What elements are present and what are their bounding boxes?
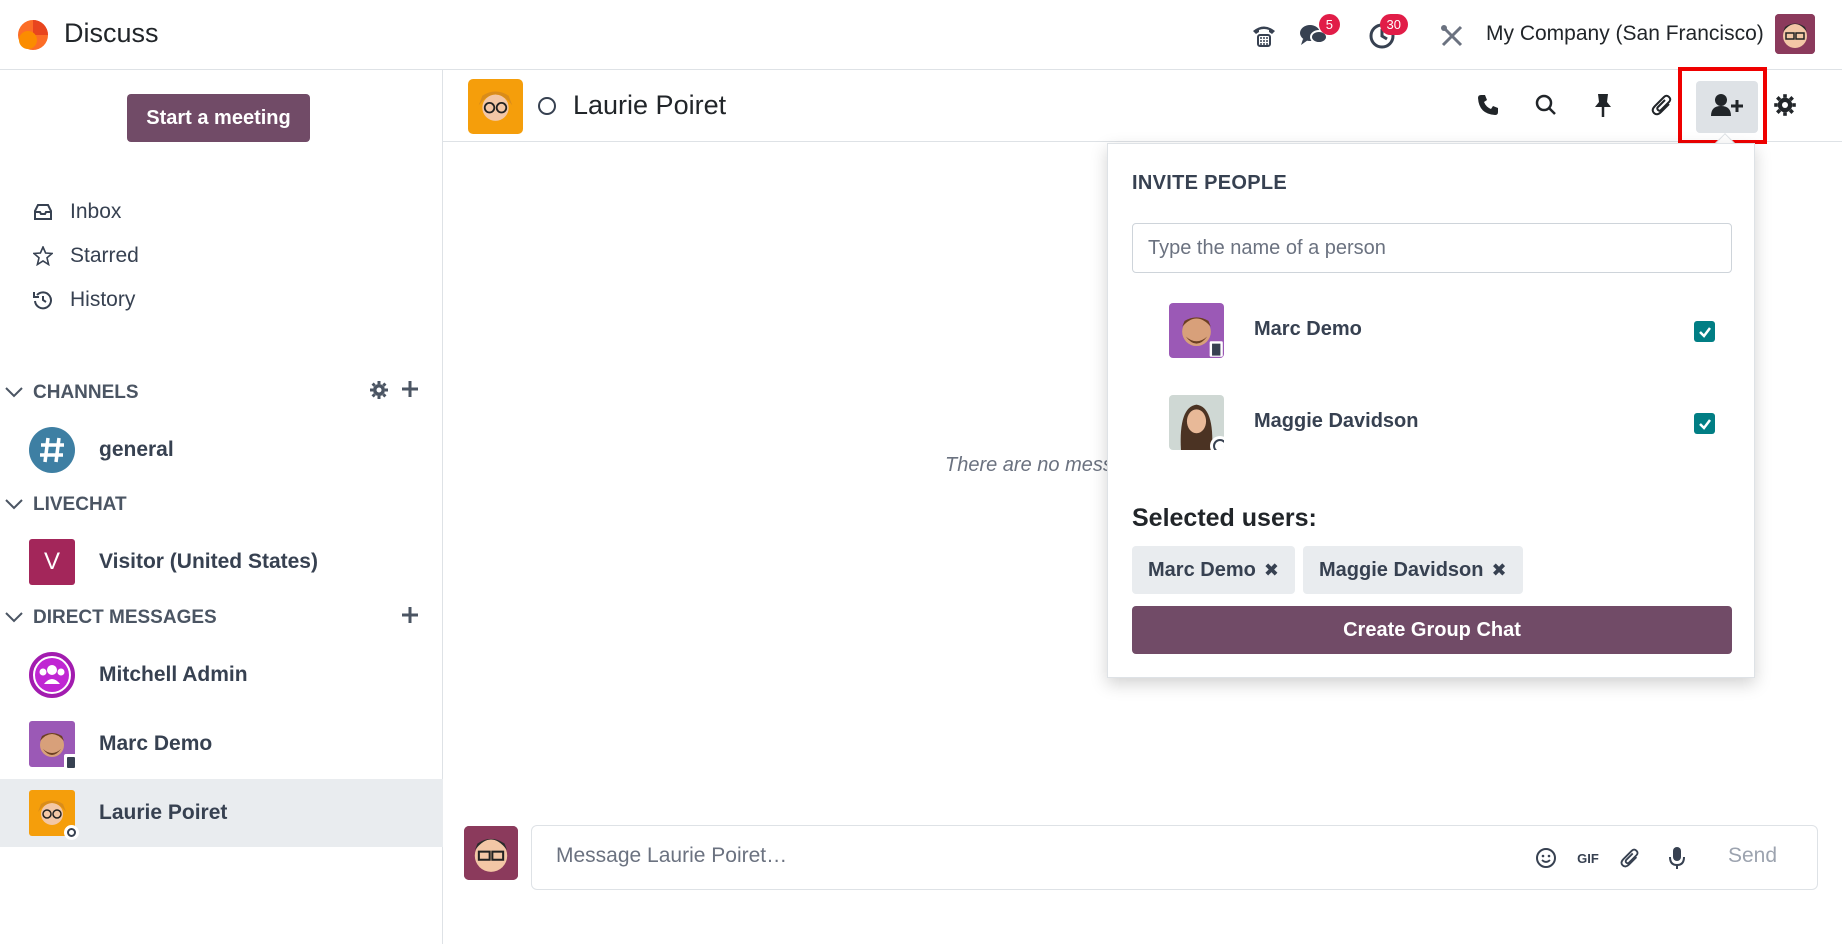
dm-name: Mitchell Admin <box>99 663 248 686</box>
remove-chip-icon[interactable]: ✖ <box>1491 560 1506 581</box>
discuss-sidebar: Start a meeting Inbox Starred History CH… <box>0 70 443 944</box>
direct-messages-section-header[interactable]: DIRECT MESSAGES <box>0 601 443 635</box>
activities-systray-icon[interactable]: 30 <box>1364 14 1408 54</box>
phone-icon <box>1476 93 1500 122</box>
add-chat-icon[interactable] <box>401 606 419 630</box>
thread-avatar <box>468 79 523 134</box>
dm-item-marc-demo[interactable]: Marc Demo <box>0 710 443 778</box>
section-title: DIRECT MESSAGES <box>33 607 217 628</box>
message-composer: GIF Send <box>531 825 1818 890</box>
pin-icon <box>1592 92 1614 123</box>
marc-demo-avatar <box>1169 303 1224 358</box>
channel-settings-icon[interactable] <box>369 380 389 406</box>
top-navbar: Discuss 5 30 My Company (San Francisco) <box>0 0 1842 70</box>
star-icon <box>32 246 54 266</box>
chevron-down-icon <box>4 494 28 516</box>
offline-status-icon <box>1210 436 1224 450</box>
dm-item-mitchell-admin[interactable]: Mitchell Admin <box>0 641 443 709</box>
messages-systray-icon[interactable]: 5 <box>1296 14 1340 54</box>
checkmark-icon <box>1698 326 1711 338</box>
invite-user-checkbox[interactable] <box>1694 413 1715 434</box>
thread-settings-button[interactable] <box>1762 84 1808 130</box>
invite-user-name: Marc Demo <box>1254 318 1362 340</box>
gif-button[interactable]: GIF <box>1572 846 1604 870</box>
selected-users-label: Selected users: <box>1132 504 1317 532</box>
search-messages-button[interactable] <box>1523 84 1569 130</box>
create-group-chat-button[interactable]: Create Group Chat <box>1132 606 1732 654</box>
invite-user-checkbox[interactable] <box>1694 321 1715 342</box>
debug-tools-icon[interactable] <box>1434 18 1470 54</box>
gear-icon <box>1773 93 1797 122</box>
sidebar-item-label: History <box>70 288 136 311</box>
thread-title[interactable]: Laurie Poiret <box>573 90 726 121</box>
invite-user-name: Maggie Davidson <box>1254 410 1419 432</box>
section-title: CHANNELS <box>33 382 139 403</box>
call-button[interactable] <box>1465 84 1511 130</box>
microphone-icon[interactable] <box>1665 846 1689 870</box>
app-title[interactable]: Discuss <box>64 18 159 49</box>
section-title: LIVECHAT <box>33 494 127 515</box>
popover-title: INVITE PEOPLE <box>1132 172 1288 194</box>
thread-header: Laurie Poiret <box>443 70 1842 142</box>
laurie-poiret-avatar <box>29 790 79 840</box>
channel-item-general[interactable]: general <box>0 416 443 484</box>
company-switcher[interactable]: My Company (San Francisco) <box>1486 22 1764 46</box>
pinned-messages-button[interactable] <box>1580 84 1626 130</box>
sidebar-item-label: Inbox <box>70 200 122 223</box>
messages-badge: 5 <box>1318 14 1340 35</box>
phone-systray-icon[interactable] <box>1246 18 1282 54</box>
add-channel-icon[interactable] <box>401 380 419 406</box>
maggie-davidson-avatar <box>1169 395 1224 450</box>
livechat-section-header[interactable]: LIVECHAT <box>0 488 443 522</box>
selected-user-chip: Marc Demo ✖ <box>1132 546 1295 594</box>
offline-status-icon <box>538 97 556 115</box>
inbox-icon <box>32 203 54 221</box>
dm-item-laurie-poiret[interactable]: Laurie Poiret <box>0 779 443 847</box>
marc-demo-avatar <box>29 721 78 770</box>
chip-label: Marc Demo <box>1148 558 1256 581</box>
invite-search-input[interactable] <box>1132 223 1732 273</box>
channel-name: general <box>99 438 174 461</box>
dm-name: Marc Demo <box>99 732 213 755</box>
highlight-box <box>1678 67 1767 144</box>
invite-people-popover: INVITE PEOPLE Marc Demo Maggie Davidson … <box>1107 143 1755 678</box>
checkmark-icon <box>1698 418 1711 430</box>
visitor-avatar: V <box>29 539 75 585</box>
sidebar-item-history[interactable]: History <box>32 283 135 317</box>
search-icon <box>1535 94 1557 121</box>
visitor-initial: V <box>43 548 60 575</box>
channels-section-header[interactable]: CHANNELS <box>0 376 443 410</box>
start-meeting-button[interactable]: Start a meeting <box>127 94 310 142</box>
sidebar-item-starred[interactable]: Starred <box>32 239 139 273</box>
emoji-icon[interactable] <box>1534 846 1558 870</box>
chevron-down-icon <box>4 607 28 629</box>
device-icon <box>64 754 78 770</box>
activities-badge: 30 <box>1379 14 1408 35</box>
group-avatar <box>29 652 75 698</box>
invite-user-marc-demo[interactable]: Marc Demo <box>1132 303 1732 363</box>
dm-name: Laurie Poiret <box>99 801 228 824</box>
remove-chip-icon[interactable]: ✖ <box>1264 560 1279 581</box>
current-user-avatar <box>464 826 518 880</box>
offline-status-icon <box>64 825 79 840</box>
message-input[interactable] <box>556 844 1456 868</box>
sidebar-item-inbox[interactable]: Inbox <box>32 195 121 229</box>
livechat-name: Visitor (United States) <box>99 550 318 573</box>
selected-user-chip: Maggie Davidson ✖ <box>1303 546 1523 594</box>
paperclip-icon <box>1650 93 1674 122</box>
user-avatar[interactable] <box>1775 14 1815 54</box>
hash-icon <box>29 427 75 473</box>
send-button[interactable]: Send <box>1728 844 1777 868</box>
chip-label: Maggie Davidson <box>1319 558 1484 581</box>
history-icon <box>32 290 54 310</box>
chevron-down-icon <box>4 382 28 404</box>
livechat-item-visitor[interactable]: V Visitor (United States) <box>0 528 443 596</box>
odoo-logo-icon[interactable] <box>16 18 50 52</box>
paperclip-icon[interactable] <box>1618 846 1642 870</box>
invite-user-maggie-davidson[interactable]: Maggie Davidson <box>1132 395 1732 455</box>
sidebar-item-label: Starred <box>70 244 139 267</box>
empty-thread-text: There are no mess <box>945 454 1113 476</box>
